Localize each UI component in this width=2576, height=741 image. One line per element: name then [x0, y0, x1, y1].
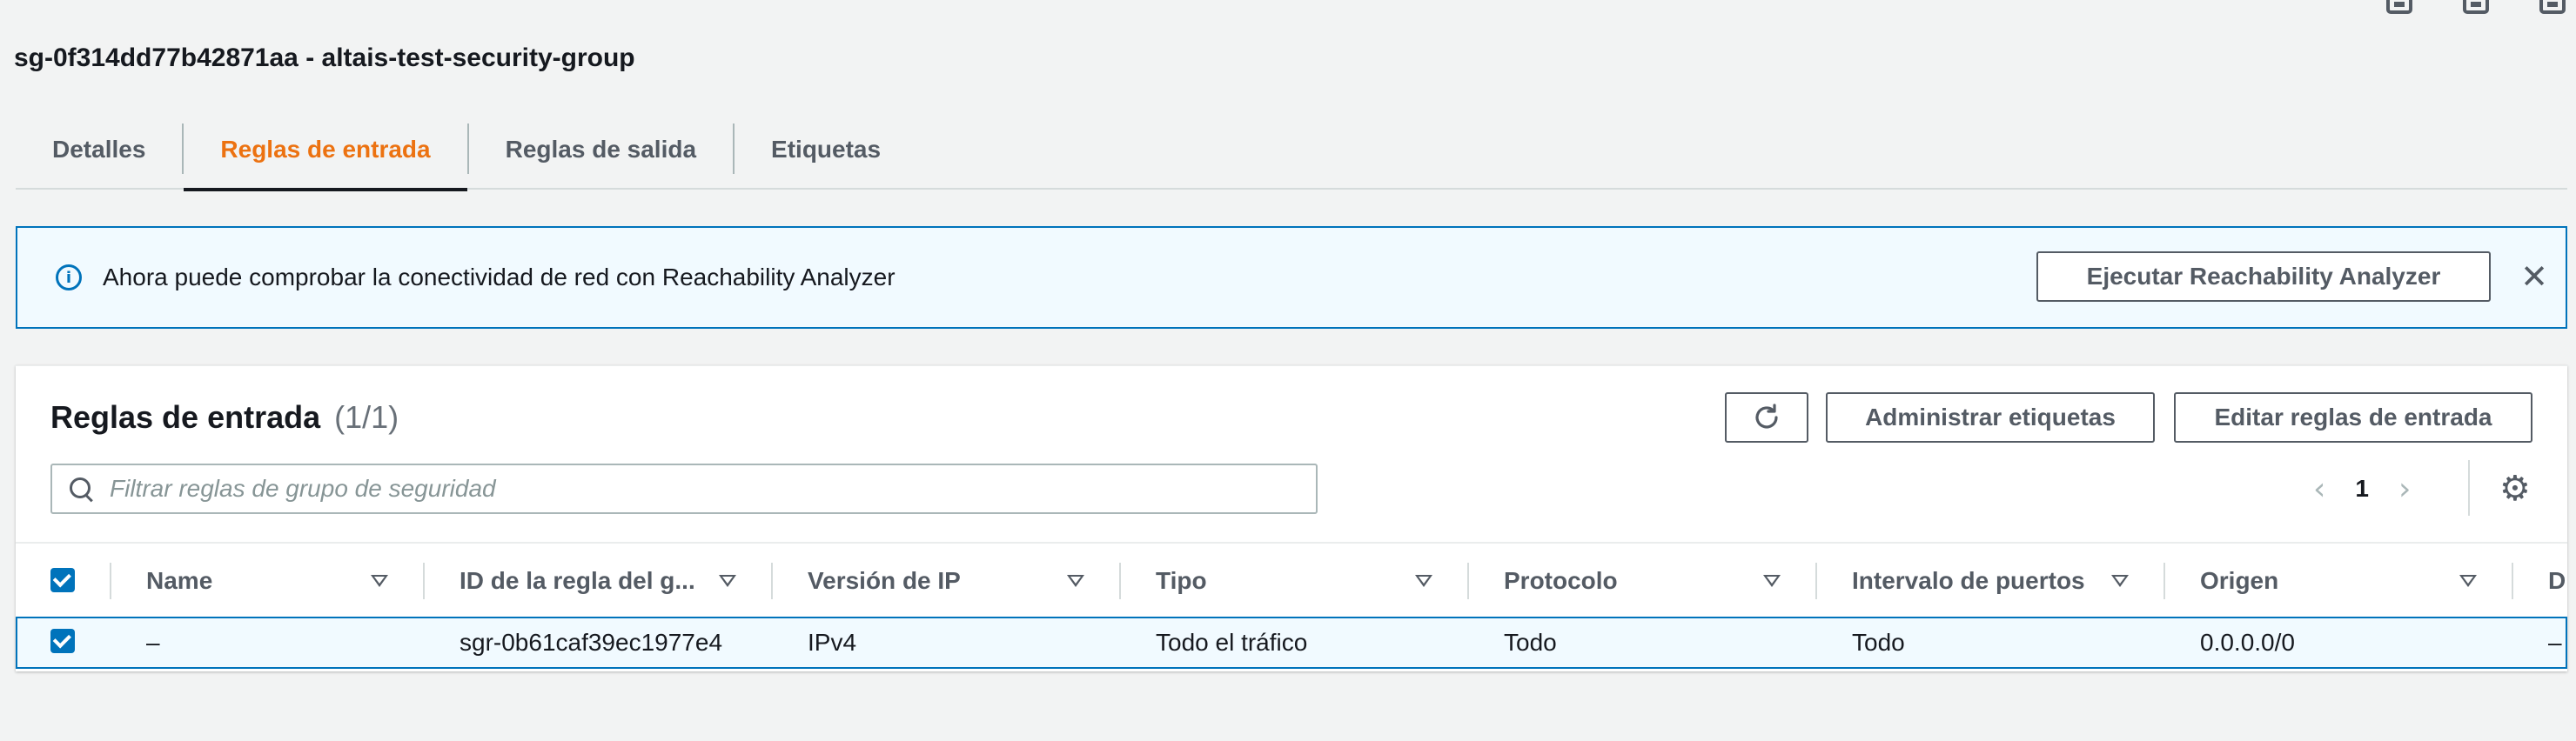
- table-header: Name ID de la regla del g... Versión de …: [16, 542, 2567, 617]
- column-header-type[interactable]: Tipo: [1156, 544, 1417, 618]
- column-divider: [2512, 563, 2513, 599]
- info-alert: i Ahora puede comprobar la conectividad …: [16, 226, 2567, 329]
- page-title: sg-0f314dd77b42871aa - altais-test-secur…: [14, 43, 635, 72]
- refresh-icon: [1755, 404, 1778, 429]
- table-row[interactable]: – sgr-0b61caf39ec1977e4 IPv4 Todo el trá…: [16, 617, 2567, 669]
- column-divider: [771, 563, 773, 599]
- column-divider: [1119, 563, 1121, 599]
- search-icon: [68, 476, 94, 502]
- column-divider: [423, 563, 425, 599]
- edit-inbound-rules-button[interactable]: Editar reglas de entrada: [2174, 392, 2532, 443]
- pagination: ‹ 1 ›: [2313, 464, 2411, 514]
- cell-rule-id: sgr-0b61caf39ec1977e4: [460, 629, 723, 656]
- sort-icon[interactable]: [2459, 575, 2477, 587]
- sort-icon[interactable]: [371, 575, 388, 587]
- run-reachability-analyzer-button[interactable]: Ejecutar Reachability Analyzer: [2036, 251, 2491, 302]
- panel-layout-icon[interactable]: [2463, 0, 2489, 14]
- column-divider: [2163, 563, 2165, 599]
- tab-tags[interactable]: Etiquetas: [735, 110, 917, 190]
- column-header-description[interactable]: D: [2548, 544, 2567, 618]
- sort-icon[interactable]: [719, 575, 736, 587]
- sort-icon[interactable]: [1415, 575, 1432, 587]
- column-header-source[interactable]: Origen: [2200, 544, 2461, 618]
- cell-source: 0.0.0.0/0: [2200, 629, 2295, 656]
- top-right-icons: [2386, 0, 2576, 14]
- cell-port-range: Todo: [1852, 629, 1905, 656]
- inbound-rules-panel: Reglas de entrada (1/1) Administrar etiq…: [16, 365, 2567, 671]
- alert-message: Ahora puede comprobar la conectividad de…: [103, 264, 896, 290]
- column-header-rule-id[interactable]: ID de la regla del g...: [460, 544, 721, 618]
- tab-outbound-rules[interactable]: Reglas de salida: [469, 110, 733, 190]
- column-divider: [1467, 563, 1469, 599]
- chevron-right-icon[interactable]: ›: [2398, 471, 2411, 507]
- close-icon[interactable]: ✕: [2517, 259, 2552, 294]
- select-all-checkbox[interactable]: [50, 568, 75, 592]
- page-number[interactable]: 1: [2355, 475, 2369, 503]
- tab-bar: Detalles Reglas de entrada Reglas de sal…: [16, 110, 2567, 191]
- rule-count: (1/1): [334, 399, 399, 435]
- chevron-left-icon[interactable]: ‹: [2313, 471, 2325, 507]
- search-input[interactable]: [110, 475, 1293, 503]
- search-box: [50, 464, 1318, 514]
- sort-icon[interactable]: [1763, 575, 1781, 587]
- column-divider: [110, 563, 111, 599]
- sort-icon[interactable]: [1067, 575, 1084, 587]
- row-checkbox[interactable]: [50, 629, 75, 653]
- cell-type: Todo el tráfico: [1156, 629, 1308, 656]
- refresh-button[interactable]: [1725, 392, 1808, 443]
- gear-icon[interactable]: ⚙: [2499, 469, 2531, 509]
- panel-layout-icon[interactable]: [2386, 0, 2412, 14]
- manage-tags-button[interactable]: Administrar etiquetas: [1826, 392, 2155, 443]
- sort-icon[interactable]: [2111, 575, 2129, 587]
- cell-ip-version: IPv4: [808, 629, 857, 656]
- tab-inbound-rules[interactable]: Reglas de entrada: [184, 110, 467, 191]
- column-divider: [1815, 563, 1817, 599]
- column-header-ip-version[interactable]: Versión de IP: [808, 544, 1069, 618]
- tab-details[interactable]: Detalles: [16, 110, 182, 190]
- cell-description: –: [2548, 629, 2562, 656]
- panel-title: Reglas de entrada (1/1): [50, 399, 399, 436]
- pager-divider: [2468, 460, 2470, 516]
- column-header-port-range[interactable]: Intervalo de puertos: [1852, 544, 2113, 618]
- cell-name: –: [146, 629, 160, 656]
- cell-protocol: Todo: [1504, 629, 1557, 656]
- column-header-name[interactable]: Name: [146, 544, 407, 618]
- panel-layout-icon[interactable]: [2539, 0, 2566, 14]
- panel-title-text: Reglas de entrada: [50, 399, 321, 435]
- info-icon: i: [56, 264, 82, 290]
- column-header-protocol[interactable]: Protocolo: [1504, 544, 1765, 618]
